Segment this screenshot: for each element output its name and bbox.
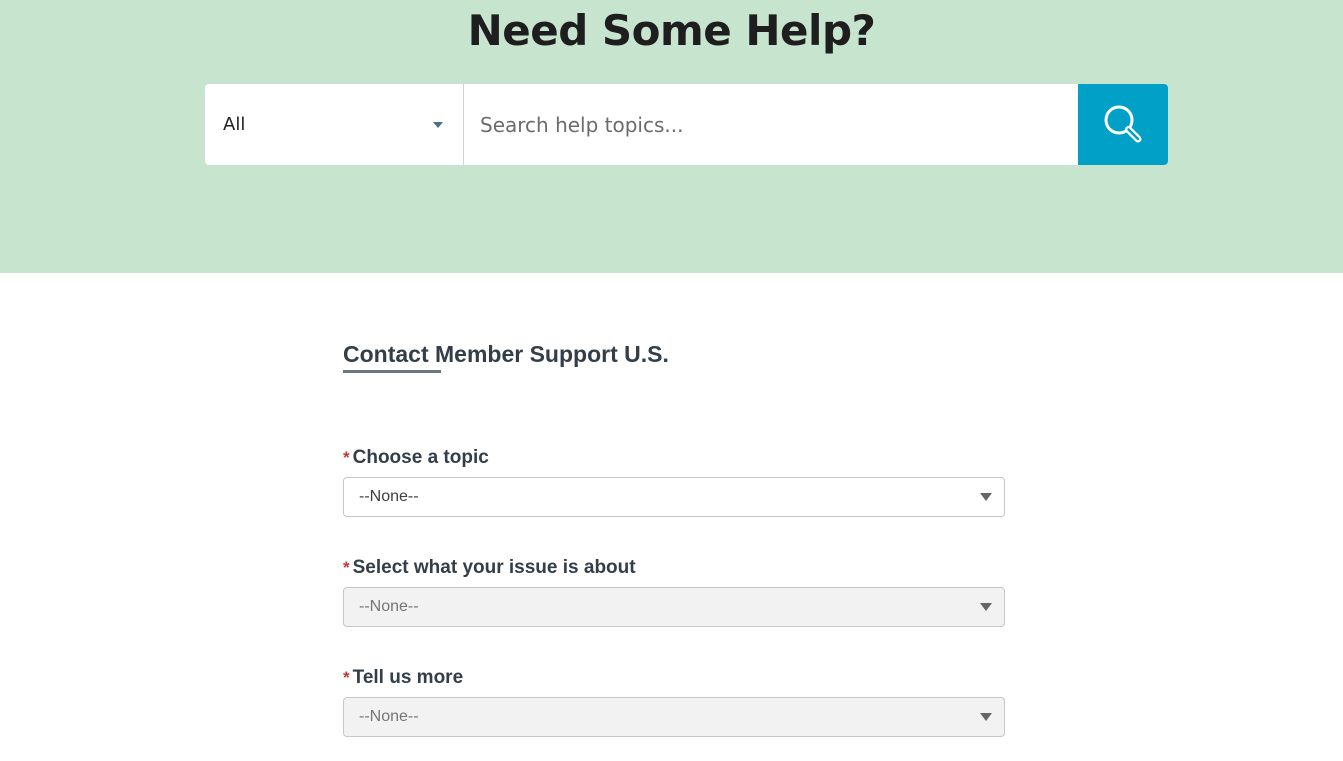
field-label-text: Choose a topic [352, 447, 489, 468]
chevron-down-icon [980, 713, 992, 721]
hero-banner: Need Some Help? All [0, 0, 1343, 273]
title-underline [343, 370, 441, 373]
required-marker: * [343, 668, 350, 687]
search-button[interactable] [1078, 84, 1168, 165]
page-title: Need Some Help? [467, 6, 876, 55]
search-scope-value: All [223, 114, 246, 135]
field-label-more: * Tell us more [343, 667, 463, 689]
search-scope-select[interactable]: All [205, 84, 464, 165]
magnifier-icon [1104, 105, 1142, 142]
topic-select-value: --None-- [359, 488, 419, 505]
tell-us-more-select: --None-- [343, 697, 1005, 737]
required-marker: * [343, 448, 350, 467]
form-title: Contact Member Support U.S. [343, 341, 669, 367]
field-label-text: Select what your issue is about [352, 557, 636, 578]
topic-select[interactable]: --None-- [343, 477, 1005, 517]
tell-us-more-select-value: --None-- [359, 708, 419, 725]
field-label-issue: * Select what your issue is about [343, 557, 636, 579]
required-marker: * [343, 558, 350, 577]
issue-select: --None-- [343, 587, 1005, 627]
chevron-down-icon [980, 493, 992, 501]
field-label-text: Tell us more [352, 667, 464, 688]
chevron-down-icon [433, 121, 443, 128]
search-input[interactable] [464, 84, 1078, 165]
field-label-topic: * Choose a topic [343, 447, 489, 469]
issue-select-value: --None-- [359, 598, 419, 615]
chevron-down-icon [980, 603, 992, 611]
search-bar: All [205, 84, 1168, 165]
